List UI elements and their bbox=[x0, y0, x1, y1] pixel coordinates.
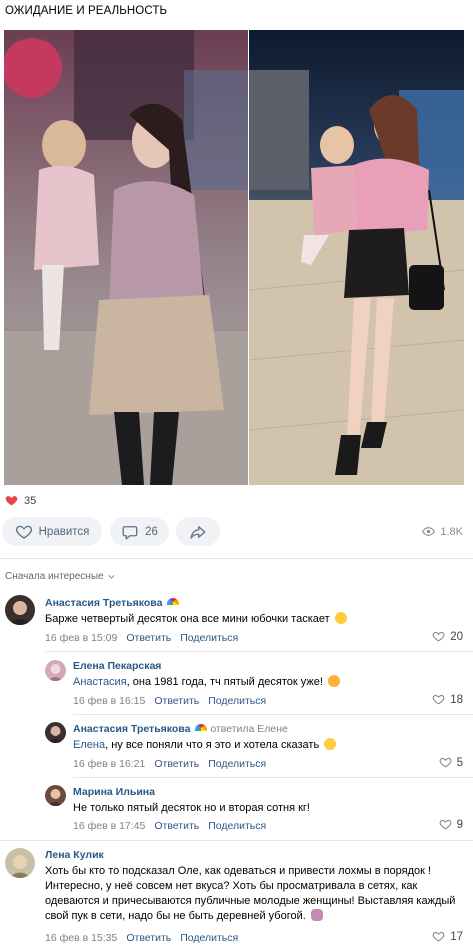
avatar-photo bbox=[9, 601, 31, 625]
comment-like-count: 5 bbox=[456, 756, 463, 769]
comment-like-count: 18 bbox=[450, 693, 463, 706]
comment-like-count: 20 bbox=[450, 630, 463, 643]
comments-sort-label: Сначала интересные bbox=[5, 571, 104, 582]
comment-meta: 16 фев в 15:09 Ответить Поделиться bbox=[45, 632, 238, 644]
reply-link[interactable]: Ответить bbox=[154, 695, 199, 707]
heart-outline-icon bbox=[439, 819, 451, 830]
post-divider bbox=[0, 558, 473, 559]
comment-divider bbox=[45, 651, 473, 652]
post-views-count: 1.8K bbox=[440, 525, 463, 538]
laugh-emoji-icon bbox=[327, 675, 340, 687]
heart-outline-icon bbox=[432, 631, 445, 642]
comment-meta: 16 фев в 16:15 Ответить Поделиться bbox=[73, 695, 266, 707]
comment-like-button[interactable]: 20 bbox=[432, 630, 463, 643]
comment-date[interactable]: 16 фев в 16:21 bbox=[73, 758, 145, 770]
comment-text: Хоть бы кто то подсказал Оле, как одеват… bbox=[45, 865, 456, 922]
comments-count: 26 bbox=[145, 525, 158, 538]
comment-author[interactable]: Елена Пекарская bbox=[73, 660, 161, 672]
comment-reply-to[interactable]: ответила Елене bbox=[210, 723, 288, 735]
post-likes-summary[interactable]: 35 bbox=[5, 494, 36, 507]
photo-reality-image bbox=[249, 30, 464, 485]
chevron-down-icon bbox=[108, 575, 115, 579]
comment-text: Барже четвертый десяток она все мини юбо… bbox=[45, 612, 445, 627]
grin-emoji-icon bbox=[324, 738, 337, 750]
comment-divider bbox=[73, 777, 473, 778]
heart-outline-icon bbox=[439, 757, 451, 768]
comment-author[interactable]: Марина Ильина bbox=[73, 786, 155, 798]
reply-link[interactable]: Ответить bbox=[126, 632, 171, 644]
avatar-photo bbox=[9, 855, 31, 878]
comment-meta: 16 фев в 15:35 Ответить Поделиться bbox=[45, 932, 238, 944]
comment-date[interactable]: 16 фев в 17:45 bbox=[73, 820, 145, 832]
avatar-photo bbox=[48, 789, 63, 806]
post-title: ОЖИДАНИЕ И РЕАЛЬНОСТЬ bbox=[5, 5, 168, 17]
share-link[interactable]: Поделиться bbox=[208, 758, 266, 770]
heart-outline-icon bbox=[432, 931, 445, 942]
comment-text: Анастасия, она 1981 года, тч пятый десят… bbox=[73, 675, 453, 690]
comment-like-count: 9 bbox=[456, 818, 463, 831]
post-photo-expectation[interactable] bbox=[4, 30, 248, 485]
share-link[interactable]: Поделиться bbox=[180, 632, 238, 644]
share-link[interactable]: Поделиться bbox=[208, 820, 266, 832]
comment-date[interactable]: 16 фев в 16:15 bbox=[73, 695, 145, 707]
comment-date[interactable]: 16 фев в 15:09 bbox=[45, 632, 117, 644]
share-link[interactable]: Поделиться bbox=[180, 932, 238, 944]
comment-meta: 16 фев в 17:45 Ответить Поделиться bbox=[73, 820, 266, 832]
comment-text: Не только пятый десяток но и вторая сотн… bbox=[73, 802, 310, 814]
like-button[interactable]: Нравится bbox=[2, 517, 102, 546]
like-button-label: Нравится bbox=[38, 525, 90, 538]
eye-icon bbox=[422, 527, 436, 536]
comments-sort-dropdown[interactable]: Сначала интересные bbox=[5, 571, 116, 582]
comment-like-button[interactable]: 5 bbox=[439, 756, 463, 769]
comment-meta: 16 фев в 16:21 Ответить Поделиться bbox=[73, 758, 266, 770]
heart-outline-icon bbox=[432, 694, 445, 705]
rainbow-emoji-icon bbox=[167, 598, 180, 605]
photo-expectation-image bbox=[4, 30, 248, 485]
comment-author[interactable]: Лена Кулик bbox=[45, 849, 104, 861]
reply-link[interactable]: Ответить bbox=[154, 820, 199, 832]
avatar[interactable] bbox=[45, 722, 66, 743]
post-views: 1.8K bbox=[422, 525, 463, 538]
avatar[interactable] bbox=[45, 785, 66, 806]
share-link[interactable]: Поделиться bbox=[208, 695, 266, 707]
comment-author[interactable]: Анастасия Третьякова bbox=[45, 597, 180, 609]
reply-link[interactable]: Ответить bbox=[154, 758, 199, 770]
avatar[interactable] bbox=[5, 848, 35, 878]
avatar-photo bbox=[48, 726, 63, 743]
comment-text: Елена, ну все поняли что я это и хотела … bbox=[73, 738, 453, 753]
comment-date[interactable]: 16 фев в 15:35 bbox=[45, 932, 117, 944]
avatar[interactable] bbox=[5, 595, 35, 625]
post-actions-bar: Нравится 26 1.8K bbox=[0, 517, 473, 547]
comment-like-button[interactable]: 18 bbox=[432, 693, 463, 706]
reply-link[interactable]: Ответить bbox=[126, 932, 171, 944]
avatar-photo bbox=[48, 664, 63, 681]
comments-button[interactable]: 26 bbox=[110, 517, 169, 546]
comment-divider bbox=[0, 840, 473, 841]
heart-outline-icon bbox=[15, 525, 32, 539]
share-arrow-icon bbox=[190, 525, 206, 539]
comment-mention[interactable]: Елена bbox=[73, 739, 105, 751]
comment-like-button[interactable]: 17 bbox=[432, 930, 463, 943]
comment-mention[interactable]: Анастасия bbox=[73, 676, 127, 688]
heart-filled-icon bbox=[5, 496, 18, 506]
comment-icon bbox=[122, 525, 138, 539]
smile-emoji-icon bbox=[334, 612, 347, 624]
avatar[interactable] bbox=[45, 660, 66, 681]
post-photo-reality[interactable] bbox=[249, 30, 464, 485]
share-button[interactable] bbox=[176, 517, 220, 546]
woman-emoji-icon bbox=[310, 909, 323, 921]
comment-like-button[interactable]: 9 bbox=[439, 818, 463, 831]
comment-divider bbox=[73, 714, 473, 715]
post-likes-count: 35 bbox=[24, 494, 37, 507]
rainbow-emoji-icon bbox=[195, 724, 208, 731]
comment-like-count: 17 bbox=[450, 930, 463, 943]
comment-author[interactable]: Анастасия Третьякова ответила Елене bbox=[73, 723, 288, 735]
